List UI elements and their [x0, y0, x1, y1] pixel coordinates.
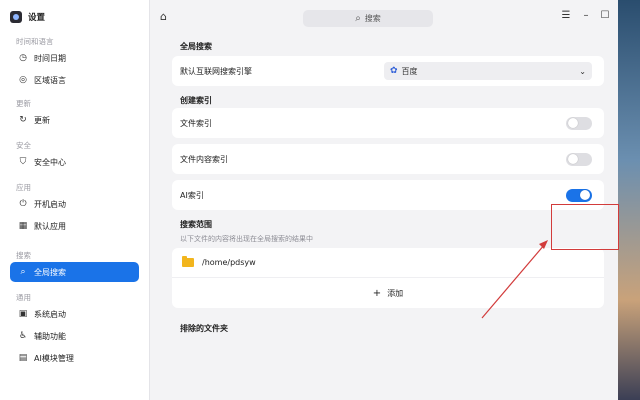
chevron-down-icon: ⌄ [579, 66, 586, 76]
sidebar-item-global-search[interactable]: ⌕ 全局搜索 [10, 262, 139, 282]
sidebar-item-startup-apps[interactable]: ⏻ 开机启动 [10, 194, 139, 214]
add-folder-button[interactable]: + 添加 [172, 278, 604, 308]
search-icon: ⌕ [355, 13, 361, 24]
file-index-label: 文件索引 [180, 118, 212, 128]
global-search-title: 全局搜索 [180, 41, 212, 51]
add-label: 添加 [387, 288, 404, 298]
content-index-toggle[interactable] [566, 152, 592, 166]
settings-window: 设置 时间和语言 ◷ 时间日期 ◎ 区域语言 更新 ↻ 更新 安全 ⛉ 安全中心… [0, 0, 618, 400]
clock-icon: ◷ [19, 53, 27, 63]
sidebar-item-label: 系统启动 [34, 309, 66, 319]
sidebar-item-region-language[interactable]: ◎ 区域语言 [10, 70, 139, 90]
group-label-general: 通用 [16, 293, 31, 302]
sidebar-item-label: 全局搜索 [34, 267, 66, 277]
search-scope-title: 搜索范围 [180, 219, 212, 229]
grid-icon: ▦ [18, 221, 28, 231]
group-label-security: 安全 [16, 141, 31, 150]
menu-icon[interactable]: ☰ [560, 10, 572, 21]
minimize-icon[interactable]: – [580, 10, 592, 21]
sidebar-item-accessibility[interactable]: ♿ 辅助功能 [10, 326, 139, 346]
accessibility-icon: ♿ [18, 331, 28, 341]
search-icon: ⌕ [20, 267, 26, 277]
maximize-icon[interactable]: ☐ [599, 10, 611, 21]
folder-icon [182, 256, 194, 267]
sidebar-item-label: 区域语言 [34, 75, 66, 85]
default-engine-row: 默认互联网搜索引擎 ✿ 百度 ⌄ [172, 56, 604, 86]
plus-icon: + [372, 287, 382, 299]
home-icon[interactable]: ⌂ [160, 11, 171, 22]
folder-item[interactable]: /home/pdsyw [172, 248, 604, 278]
sidebar-item-ai-module[interactable]: ▤ AI模块管理 [10, 348, 139, 368]
sidebar-item-datetime[interactable]: ◷ 时间日期 [10, 48, 139, 68]
sidebar-item-label: 默认应用 [34, 221, 66, 231]
content-index-row: 文件内容索引 [172, 144, 604, 174]
group-label-search: 搜索 [16, 251, 31, 260]
folder-path: /home/pdsyw [202, 258, 256, 267]
sidebar-item-label: 辅助功能 [34, 331, 66, 341]
boot-icon: ▣ [18, 309, 28, 319]
search-input[interactable]: ⌕ 搜索 [303, 10, 433, 27]
create-index-title: 创建索引 [180, 95, 212, 105]
search-scope-list: /home/pdsyw + 添加 [172, 248, 604, 308]
app-title: 设置 [28, 13, 46, 23]
top-bar: ⌂ ⌕ 搜索 ☰ – ☐ ✕ [150, 0, 618, 34]
close-icon[interactable]: ✕ [617, 10, 618, 21]
power-icon: ⏻ [19, 199, 27, 209]
sidebar-item-default-apps[interactable]: ▦ 默认应用 [10, 216, 139, 236]
sidebar-item-system-boot[interactable]: ▣ 系统启动 [10, 304, 139, 324]
search-engine-value: 百度 [401, 66, 418, 76]
app-header: 设置 [0, 0, 149, 34]
refresh-icon: ↻ [19, 115, 27, 125]
sidebar: 设置 时间和语言 ◷ 时间日期 ◎ 区域语言 更新 ↻ 更新 安全 ⛉ 安全中心… [0, 0, 150, 400]
ai-module-icon: ▤ [18, 353, 28, 363]
sidebar-item-label: 安全中心 [34, 157, 66, 167]
globe-icon: ◎ [19, 75, 27, 85]
ai-index-toggle[interactable] [566, 188, 592, 202]
group-label-update: 更新 [16, 99, 31, 108]
group-label-time-language: 时间和语言 [16, 37, 54, 46]
search-scope-hint: 以下文件的内容将出现在全局搜索的结果中 [180, 235, 313, 243]
file-index-toggle[interactable] [566, 116, 592, 130]
shield-icon: ⛉ [19, 157, 27, 167]
sidebar-item-security-center[interactable]: ⛉ 安全中心 [10, 152, 139, 172]
content-index-label: 文件内容索引 [180, 154, 228, 164]
settings-app-icon [10, 11, 22, 23]
settings-content: 全局搜索 默认互联网搜索引擎 ✿ 百度 ⌄ 创建索引 文件索引 文件内容索引 A… [172, 38, 604, 336]
group-label-apps: 应用 [16, 183, 31, 192]
default-engine-label: 默认互联网搜索引擎 [180, 66, 252, 76]
ai-index-label: AI索引 [180, 190, 204, 200]
main-panel: ⌂ ⌕ 搜索 ☰ – ☐ ✕ 全局搜索 默认互联网搜索引擎 ✿ 百度 ⌄ [150, 0, 618, 400]
sidebar-item-label: 更新 [34, 115, 50, 125]
annotation-highlight-box [551, 204, 619, 250]
baidu-icon: ✿ [390, 66, 398, 76]
search-placeholder: 搜索 [364, 14, 381, 23]
ai-index-row: AI索引 [172, 180, 604, 210]
sidebar-item-label: 时间日期 [34, 53, 66, 63]
sidebar-item-update[interactable]: ↻ 更新 [10, 110, 139, 130]
file-index-row: 文件索引 [172, 108, 604, 138]
sidebar-item-label: 开机启动 [34, 199, 66, 209]
sidebar-item-label: AI模块管理 [34, 353, 74, 363]
excluded-folders-title: 排除的文件夹 [180, 323, 228, 333]
search-engine-select[interactable]: ✿ 百度 ⌄ [384, 62, 592, 80]
